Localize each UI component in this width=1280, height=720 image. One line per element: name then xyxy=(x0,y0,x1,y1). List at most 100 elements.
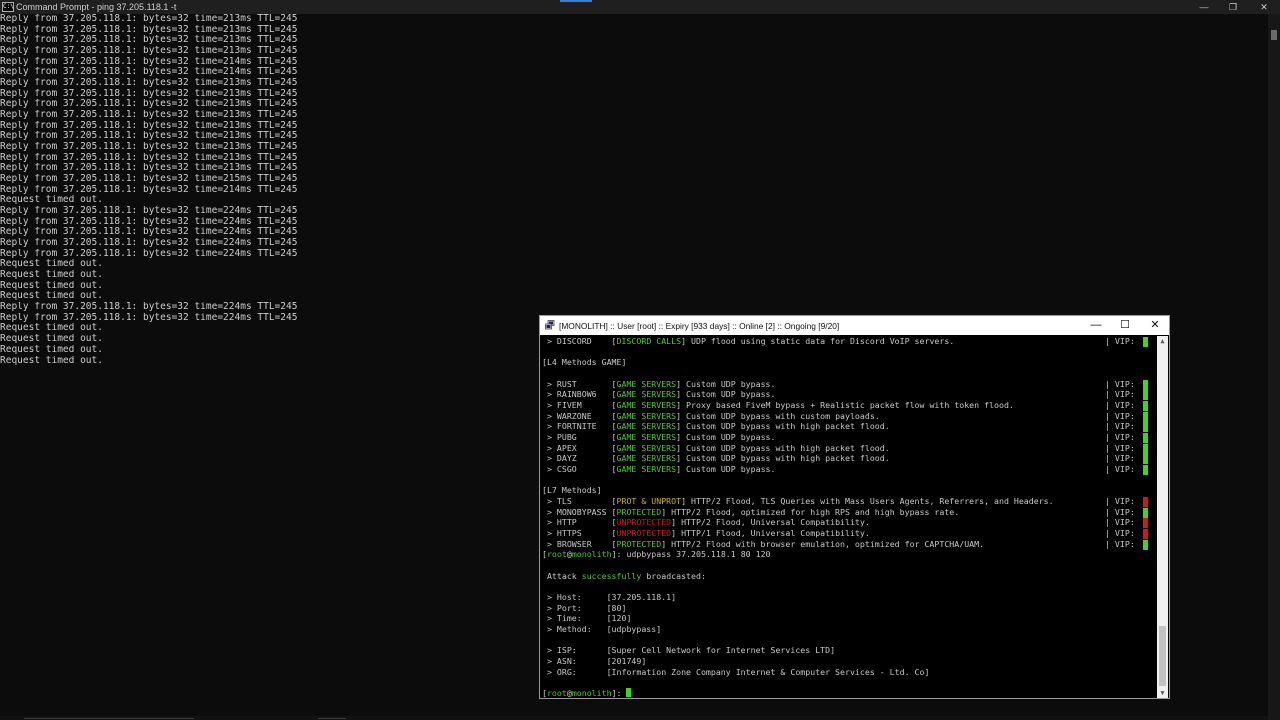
terminal-text: GAME SERVERS xyxy=(616,442,677,453)
terminal-text: ] Custom UDP bypass with high packet flo… xyxy=(676,442,890,453)
terminal-text: ] Custom UDP bypass. xyxy=(676,378,776,389)
terminal-text: GAME SERVERS xyxy=(616,378,677,389)
terminal-text: ] HTTP/2 Flood, Universal Compatibility. xyxy=(671,517,870,528)
terminal-text: > Time: [120] xyxy=(542,613,632,624)
terminal-text: > MONOBYPASS [ xyxy=(542,506,617,517)
vip-label: | VIP: xyxy=(1105,506,1135,517)
bottom-edge-seg xyxy=(318,718,346,719)
vip-label: | VIP: xyxy=(1105,464,1135,475)
terminal-text: PROTECTED xyxy=(616,538,662,549)
close-button[interactable]: ✕ xyxy=(1248,0,1280,14)
putty-scrollbar[interactable]: ▲ ▼ xyxy=(1157,336,1168,698)
terminal-text: > Method: [udpbypass] xyxy=(542,624,662,635)
terminal-text: > Host: [37.205.118.1] xyxy=(542,592,677,603)
terminal-line: [root@monolith]: udpbypass 37.205.118.1 … xyxy=(542,549,1156,560)
terminal-text: [L7 Methods] xyxy=(542,485,602,496)
terminal-text: ]: xyxy=(611,688,627,698)
vip-enabled-indicator xyxy=(1143,443,1148,454)
terminal-line: > TLS [PROT & UNPROT] HTTP/2 Flood, TLS … xyxy=(542,496,1156,508)
restore-button[interactable]: ❐ xyxy=(1217,0,1249,14)
output-line: Reply from 37.205.118.1: bytes=32 time=2… xyxy=(0,78,298,89)
vip-disabled-indicator xyxy=(1143,529,1148,540)
vip-label: | VIP: xyxy=(1105,400,1135,411)
terminal-text: ] Custom UDP bypass with high packet flo… xyxy=(676,453,890,464)
vip-enabled-indicator xyxy=(1143,433,1148,444)
vip-label: | VIP: xyxy=(1105,528,1135,539)
vip-label: | VIP: xyxy=(1105,538,1135,549)
putty-window[interactable]: [MONOLITH] :: User [root] :: Expiry [933… xyxy=(539,315,1170,699)
terminal-line: > PUBG [GAME SERVERS] Custom UDP bypass.… xyxy=(542,432,1156,444)
output-line: Request timed out. xyxy=(0,270,103,281)
active-indicator xyxy=(560,0,592,2)
output-line: Reply from 37.205.118.1: bytes=32 time=2… xyxy=(0,99,298,110)
terminal-text: > RUST [ xyxy=(542,378,617,389)
vip-enabled-indicator xyxy=(1143,401,1148,412)
output-line: Reply from 37.205.118.1: bytes=32 time=2… xyxy=(0,67,298,78)
terminal-text: broadcasted: xyxy=(641,570,706,581)
terminal-text: ] Custom UDP bypass with custom payloads… xyxy=(676,410,880,421)
terminal-text: ] UDP flood using static data for Discor… xyxy=(681,336,955,346)
terminal-text: GAME SERVERS xyxy=(616,421,677,432)
vip-enabled-indicator xyxy=(1143,411,1148,422)
terminal-text: ] Custom UDP bypass. xyxy=(676,432,776,443)
scroll-down-arrow-icon[interactable]: ▼ xyxy=(1157,688,1168,698)
main-scrollbar-thumb[interactable] xyxy=(1271,30,1277,40)
terminal-text: > HTTP [ xyxy=(542,517,617,528)
putty-close-button[interactable]: ✕ xyxy=(1140,316,1170,335)
terminal-text: DISCORD CALLS xyxy=(616,336,682,346)
vip-enabled-indicator xyxy=(1143,507,1148,518)
vip-enabled-indicator xyxy=(1143,465,1148,476)
terminal-line: > DAYZ [GAME SERVERS] Custom UDP bypass … xyxy=(542,453,1156,465)
output-line: Reply from 37.205.118.1: bytes=32 time=2… xyxy=(0,120,298,131)
terminal-text: GAME SERVERS xyxy=(616,432,677,443)
terminal-text: GAME SERVERS xyxy=(616,400,677,411)
output-line: Reply from 37.205.118.1: bytes=32 time=2… xyxy=(0,24,298,35)
vip-enabled-indicator xyxy=(1143,337,1148,347)
terminal-text: GAME SERVERS xyxy=(616,464,677,475)
main-titlebar[interactable]: C:\ Command Prompt - ping 37.205.118.1 -… xyxy=(0,0,1280,14)
terminal-line: [root@monolith]: xyxy=(542,688,1156,698)
terminal-line: > Host: [37.205.118.1] xyxy=(542,592,1156,603)
putty-titlebar[interactable]: [MONOLITH] :: User [root] :: Expiry [933… xyxy=(540,316,1169,335)
terminal-text: ] HTTP/2 Flood with browser emulation, o… xyxy=(661,538,985,549)
terminal-line: > Method: [udpbypass] xyxy=(542,624,1156,635)
terminal-line: > RAINBOW6 [GAME SERVERS] Custom UDP byp… xyxy=(542,389,1156,401)
vip-label: | VIP: xyxy=(1105,517,1135,528)
terminal-text: Attack xyxy=(542,570,582,581)
putty-scrollbar-thumb[interactable] xyxy=(1159,626,1166,686)
putty-title: [MONOLITH] :: User [root] :: Expiry [933… xyxy=(559,321,840,331)
putty-minimize-button[interactable]: — xyxy=(1081,316,1111,335)
terminal-text: ] HTTP/1 Flood, Universal Compatibility. xyxy=(671,528,870,539)
vip-enabled-indicator xyxy=(1143,390,1148,401)
terminal-text: GAME SERVERS xyxy=(616,389,677,400)
main-scrollbar[interactable] xyxy=(1268,14,1280,720)
terminal-text: ] Custom UDP bypass with high packet flo… xyxy=(676,421,890,432)
minimize-button[interactable]: — xyxy=(1188,0,1220,14)
terminal-text: > PUBG [ xyxy=(542,432,617,443)
terminal-text: PROT & UNPROT xyxy=(616,496,682,507)
vip-enabled-indicator xyxy=(1143,379,1148,390)
output-line: Request timed out. xyxy=(0,280,103,291)
terminal-line: > ASN: [201749] xyxy=(542,656,1156,667)
vip-label: | VIP: xyxy=(1105,378,1135,389)
terminal-line: [L4 Methods GAME] xyxy=(542,357,1156,368)
terminal-text: root xyxy=(546,688,567,698)
scroll-up-arrow-icon[interactable]: ▲ xyxy=(1157,336,1168,346)
output-line: Reply from 37.205.118.1: bytes=32 time=2… xyxy=(0,163,298,174)
output-line: Reply from 37.205.118.1: bytes=32 time=2… xyxy=(0,131,298,142)
output-line: Reply from 37.205.118.1: bytes=32 time=2… xyxy=(0,56,298,67)
output-line: Reply from 37.205.118.1: bytes=32 time=2… xyxy=(0,206,298,217)
terminal-line: Attack successfully broadcasted: xyxy=(542,571,1156,582)
putty-maximize-button[interactable]: ☐ xyxy=(1110,316,1140,335)
putty-terminal[interactable]: > DISCORD [DISCORD CALLS] UDP flood usin… xyxy=(542,336,1156,698)
terminal-line: > APEX [GAME SERVERS] Custom UDP bypass … xyxy=(542,443,1156,454)
vip-disabled-indicator xyxy=(1143,497,1148,508)
output-line: Reply from 37.205.118.1: bytes=32 time=2… xyxy=(0,227,298,238)
terminal-line: > Time: [120] xyxy=(542,613,1156,624)
terminal-text: monolith xyxy=(571,549,612,560)
vip-label: | VIP: xyxy=(1105,389,1135,400)
